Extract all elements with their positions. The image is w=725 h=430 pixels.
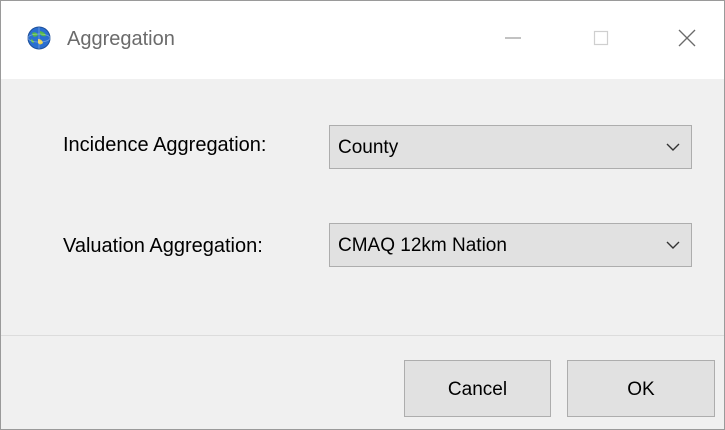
maximize-button[interactable] <box>581 21 621 55</box>
aggregation-dialog: Aggregation Incidence Aggregation: Count… <box>0 0 725 430</box>
chevron-down-icon <box>666 143 680 151</box>
incidence-aggregation-select[interactable]: County <box>329 125 692 169</box>
close-button[interactable] <box>667 21 707 55</box>
window-title: Aggregation <box>67 28 175 50</box>
dialog-body <box>1 79 724 336</box>
title-bar[interactable]: Aggregation <box>1 1 724 79</box>
minimize-icon <box>505 37 521 39</box>
maximize-icon <box>593 30 609 46</box>
chevron-down-icon <box>666 241 680 249</box>
ok-button[interactable]: OK <box>567 360 715 417</box>
close-icon <box>678 29 696 47</box>
minimize-button[interactable] <box>493 21 533 55</box>
incidence-aggregation-value: County <box>338 137 399 158</box>
valuation-aggregation-select[interactable]: CMAQ 12km Nation <box>329 223 692 267</box>
cancel-button[interactable]: Cancel <box>404 360 551 417</box>
valuation-aggregation-label: Valuation Aggregation: <box>63 235 263 257</box>
incidence-aggregation-label: Incidence Aggregation: <box>63 134 267 156</box>
globe-icon <box>27 26 51 50</box>
valuation-aggregation-value: CMAQ 12km Nation <box>338 235 507 256</box>
